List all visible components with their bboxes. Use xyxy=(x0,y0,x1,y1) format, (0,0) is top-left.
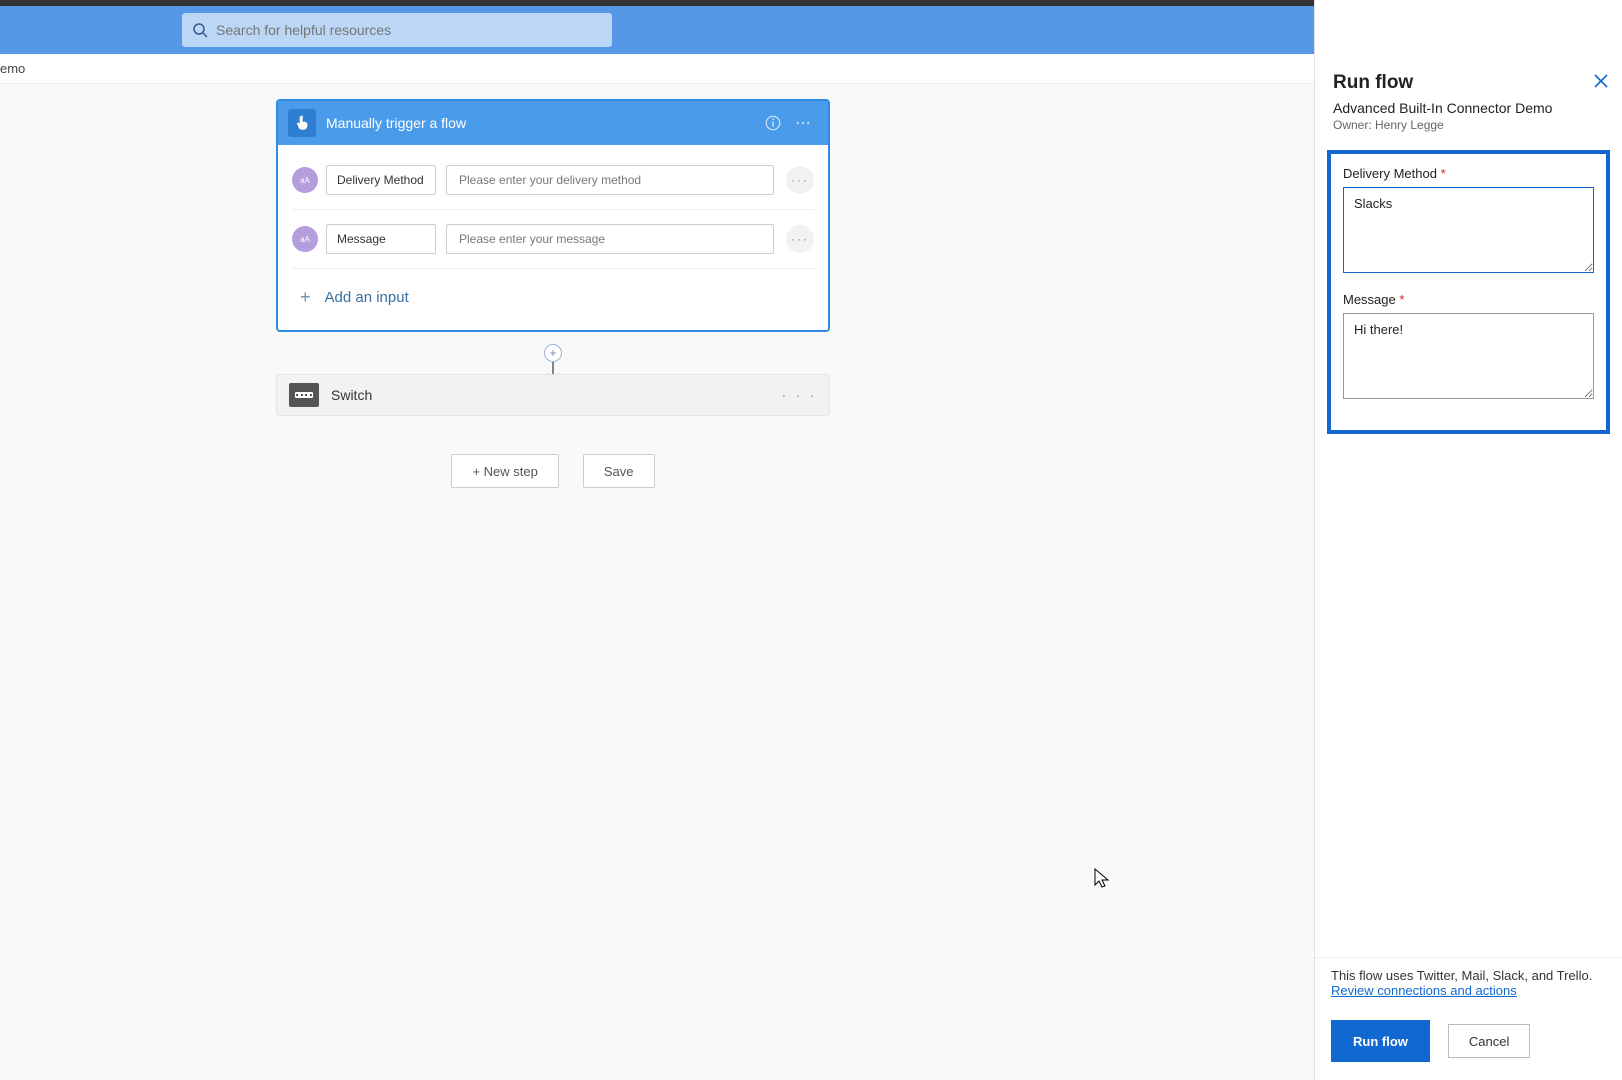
info-icon xyxy=(764,114,782,132)
review-connections-link[interactable]: Review connections and actions xyxy=(1331,983,1517,998)
panel-close-button[interactable] xyxy=(1594,72,1608,93)
trigger-title: Manually trigger a flow xyxy=(326,115,758,131)
add-input-button[interactable]: + Add an input xyxy=(292,269,814,326)
param-name-field[interactable]: Delivery Method xyxy=(326,165,436,195)
add-input-label: Add an input xyxy=(325,289,409,306)
run-flow-highlight: Run flow xyxy=(1331,1020,1430,1062)
panel-input-group: Delivery Method * Message * xyxy=(1327,150,1610,434)
param-more-button[interactable]: ··· xyxy=(786,225,814,253)
insert-step-button[interactable]: + xyxy=(544,344,562,362)
switch-more-button[interactable]: · · · xyxy=(782,388,817,403)
switch-title: Switch xyxy=(331,387,782,403)
trigger-more-button[interactable] xyxy=(788,108,818,138)
search-box[interactable] xyxy=(182,13,612,47)
touch-icon xyxy=(293,114,311,132)
trigger-card-header[interactable]: Manually trigger a flow xyxy=(278,101,828,145)
breadcrumb-text: emo xyxy=(0,61,25,76)
switch-icon xyxy=(289,383,319,407)
panel-footnote: This flow uses Twitter, Mail, Slack, and… xyxy=(1315,957,1622,1008)
param-row: aA Message Please enter your message ··· xyxy=(292,210,814,269)
trigger-icon xyxy=(288,109,316,137)
panel-actions: Run flow Cancel xyxy=(1315,1008,1622,1080)
panel-title: Run flow xyxy=(1333,72,1604,94)
search-input[interactable] xyxy=(216,22,602,38)
switch-card[interactable]: Switch · · · xyxy=(276,374,830,416)
param-value-field[interactable]: Please enter your message xyxy=(446,224,774,254)
param-row: aA Delivery Method Please enter your del… xyxy=(292,151,814,210)
panel-owner: Owner: Henry Legge xyxy=(1333,118,1604,132)
cancel-button[interactable]: Cancel xyxy=(1448,1024,1530,1058)
close-icon xyxy=(1594,74,1608,88)
text-type-icon: aA xyxy=(292,226,318,252)
panel-subtitle: Advanced Built-In Connector Demo xyxy=(1333,100,1604,116)
trigger-info-button[interactable] xyxy=(758,108,788,138)
param-more-button[interactable]: ··· xyxy=(786,166,814,194)
canvas-actions: + New step Save xyxy=(276,454,830,488)
more-icon xyxy=(794,114,812,132)
param-name-field[interactable]: Message xyxy=(326,224,436,254)
delivery-method-input[interactable] xyxy=(1343,187,1594,273)
trigger-card-body: aA Delivery Method Please enter your del… xyxy=(278,145,828,330)
field-label: Message * xyxy=(1343,292,1594,307)
run-flow-button[interactable]: Run flow xyxy=(1335,1024,1426,1058)
save-button[interactable]: Save xyxy=(583,454,655,488)
message-input[interactable] xyxy=(1343,313,1594,399)
field-label: Delivery Method * xyxy=(1343,166,1594,181)
param-value-field[interactable]: Please enter your delivery method xyxy=(446,165,774,195)
search-icon xyxy=(192,22,208,38)
trigger-card[interactable]: Manually trigger a flow aA Delivery Meth… xyxy=(276,99,830,332)
run-flow-panel: Run flow Advanced Built-In Connector Dem… xyxy=(1314,0,1622,1080)
plus-icon: + xyxy=(300,287,311,308)
new-step-button[interactable]: + New step xyxy=(451,454,558,488)
text-type-icon: aA xyxy=(292,167,318,193)
